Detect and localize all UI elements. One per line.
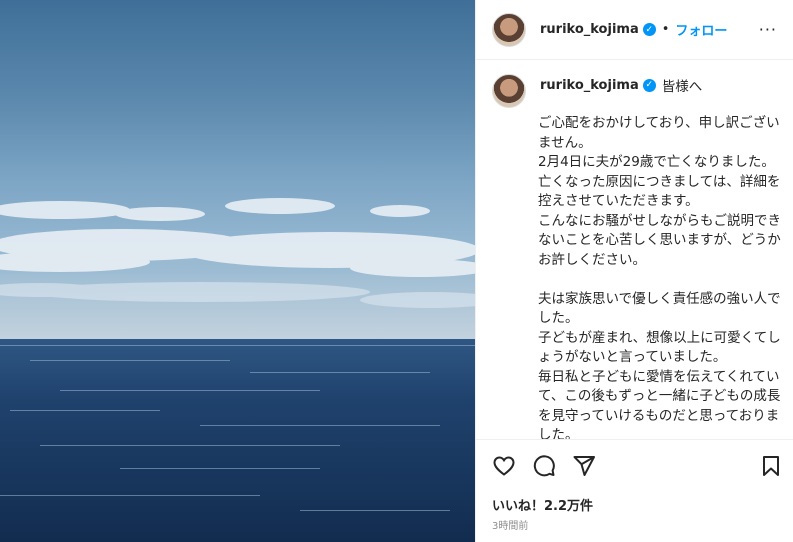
sea-horizon-image xyxy=(0,198,475,542)
header-username[interactable]: ruriko_kojima xyxy=(540,22,639,37)
follow-button[interactable]: フォロー xyxy=(675,20,727,39)
bookmark-icon[interactable] xyxy=(759,454,783,478)
avatar[interactable] xyxy=(492,12,526,47)
caption-area[interactable]: ruriko_kojima ✓ 皆様へ ご心配をおかけしており、申し訳ございませ… xyxy=(476,60,793,439)
caption-header: ruriko_kojima ✓ 皆様へ xyxy=(492,74,777,108)
instagram-post: ruriko_kojima ✓ • フォロー ··· ruriko_kojima… xyxy=(0,0,793,542)
paper-plane-icon[interactable] xyxy=(572,454,596,478)
verified-badge-icon: ✓ xyxy=(642,78,656,92)
caption-username[interactable]: ruriko_kojima xyxy=(540,78,639,93)
post-photo[interactable] xyxy=(0,0,475,542)
caption-title: 皆様へ xyxy=(661,79,703,95)
more-options-icon[interactable]: ··· xyxy=(759,20,777,39)
comment-icon[interactable] xyxy=(532,454,556,478)
separator-dot: • xyxy=(661,22,670,37)
caption-avatar[interactable] xyxy=(492,74,526,108)
post-timestamp[interactable]: 3時間前 xyxy=(476,515,793,542)
likes-count[interactable]: いいね！2.2万件 xyxy=(476,491,793,515)
post-header: ruriko_kojima ✓ • フォロー ··· xyxy=(476,0,793,60)
verified-badge-icon: ✓ xyxy=(642,23,656,36)
heart-icon[interactable] xyxy=(492,454,516,478)
action-bar xyxy=(476,439,793,491)
caption-text: ご心配をおかけしており、申し訳ございません。 2月4日に夫が29歳で亡くなりまし… xyxy=(538,115,781,439)
post-side-panel: ruriko_kojima ✓ • フォロー ··· ruriko_kojima… xyxy=(475,0,793,542)
